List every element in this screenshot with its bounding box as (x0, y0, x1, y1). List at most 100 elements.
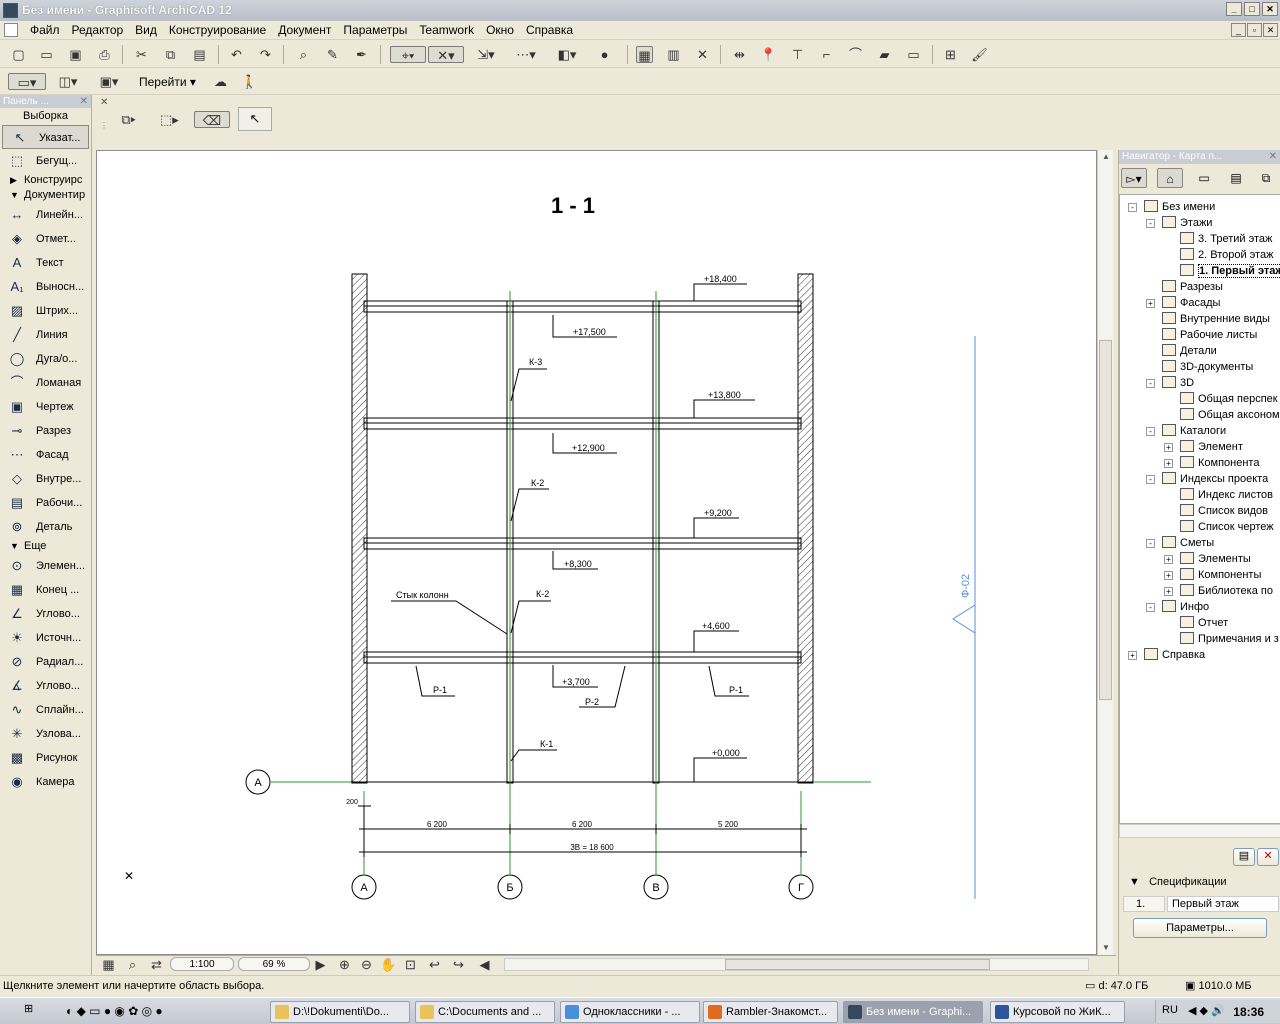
tree-node[interactable]: + Справка (1128, 647, 1205, 663)
tree-node[interactable]: Список чертеж (1180, 519, 1274, 535)
goto-dropdown[interactable]: Перейти ▾ (139, 75, 196, 89)
quicklaunch-icons[interactable]: ◐ ◆ ▭ ● ◉ ✿ ◎ ● (66, 1004, 163, 1018)
marquee-type-icon[interactable]: ⬚▸ (160, 111, 179, 128)
tree-node[interactable]: - Индексы проекта (1146, 471, 1268, 487)
menu-design[interactable]: Конструирование (163, 21, 272, 40)
new-view-button[interactable]: ▤ (1233, 848, 1255, 866)
save-icon[interactable]: ▣ (67, 46, 84, 63)
tree-node[interactable]: Общая перспек (1180, 391, 1278, 407)
taskbar-item[interactable]: Курсовой по ЖиК... (990, 1001, 1125, 1023)
tree-node[interactable]: - Инфо (1146, 599, 1209, 615)
tree-node[interactable]: Общая аксоном (1180, 407, 1280, 423)
zoom-field[interactable]: 69 % (238, 957, 310, 971)
tree-node[interactable]: - Каталоги (1146, 423, 1226, 439)
tree-node[interactable]: 2. Второй этаж (1180, 247, 1273, 263)
maximize-button[interactable]: □ (1244, 2, 1260, 16)
grid-snap-icon[interactable]: ⋯▾ (512, 46, 540, 63)
align-icon[interactable]: ⇲▾ (472, 46, 500, 63)
undo-icon[interactable]: ↶ (228, 46, 245, 63)
split-icon[interactable]: ⇹ (731, 46, 748, 63)
tool-text[interactable]: A Текст (0, 251, 91, 275)
merge-icon[interactable]: ▰ (876, 46, 893, 63)
tree-node[interactable]: Отчет (1180, 615, 1228, 631)
teamwork-cloud-icon[interactable]: ☁ (212, 73, 229, 90)
taskbar-item[interactable]: C:\Documents and ... (415, 1001, 555, 1023)
new-file-icon[interactable]: ▢ (10, 46, 27, 63)
tray-icons[interactable]: ◀ ◆ 🔊 (1188, 1004, 1225, 1017)
tree-node[interactable]: Разрезы (1162, 279, 1223, 295)
redo-icon[interactable]: ↷ (257, 46, 274, 63)
spec-number[interactable]: 1. (1123, 896, 1165, 912)
tree-node[interactable]: 1. Первый этаж (1180, 263, 1280, 279)
render-icon[interactable]: 🖌 (971, 46, 988, 63)
menu-edit[interactable]: Редактор (66, 21, 130, 40)
doc-minimize-button[interactable]: _ (1231, 23, 1246, 37)
layers-icon[interactable]: ◧▾ (553, 46, 581, 63)
layout-switch-icon[interactable]: ⇄ (148, 956, 165, 973)
menu-document[interactable]: Документ (272, 21, 337, 40)
window-icon[interactable]: ⊞ (942, 46, 959, 63)
tree-node[interactable]: Индекс листов (1180, 487, 1273, 503)
paste-icon[interactable]: ▤ (191, 46, 208, 63)
tree-node[interactable]: 3D-документы (1162, 359, 1253, 375)
tool-detail[interactable]: ⊚ Деталь (0, 515, 91, 539)
tree-node[interactable]: -3D (1146, 375, 1194, 391)
eraser-icon[interactable]: ⌫ (194, 111, 230, 128)
tool-angle[interactable]: ∠ Углово... (0, 602, 91, 626)
tool-camera[interactable]: ◉ Камера (0, 770, 91, 794)
tree-node[interactable]: + Фасады (1146, 295, 1220, 311)
vertical-scrollbar[interactable]: ▲ ▼ (1097, 150, 1113, 955)
spec-value[interactable]: Первый этаж (1167, 896, 1279, 912)
print-icon[interactable]: ⎙ (96, 46, 113, 63)
tree-node[interactable]: + Элементы (1164, 551, 1251, 567)
x-icon[interactable]: ✕ (694, 46, 711, 63)
tool-elevation[interactable]: ⋯ Фасад (0, 443, 91, 467)
parameters-button[interactable]: Параметры... (1133, 918, 1267, 938)
lamp-small-icon[interactable]: ● (596, 46, 613, 63)
close-icon[interactable]: ✕ (80, 95, 88, 108)
tool-worksheet[interactable]: ▤ Рабочи... (0, 491, 91, 515)
minimize-button[interactable]: _ (1226, 2, 1242, 16)
pin-icon[interactable]: 📍 (760, 46, 777, 63)
tool-drawing[interactable]: ▣ Чертеж (0, 395, 91, 419)
tree-horizontal-scrollbar[interactable] (1119, 824, 1280, 838)
floor-plan-view-icon[interactable]: ▭▾ (8, 73, 46, 90)
tool-interior-elevation[interactable]: ◇ Внутре... (0, 467, 91, 491)
language-indicator[interactable]: RU (1162, 1004, 1178, 1016)
tree-node[interactable]: Примечания и з (1180, 631, 1279, 647)
close-button[interactable]: ✕ (1262, 2, 1278, 16)
zoom-forward-icon[interactable]: ↪ (450, 956, 467, 973)
group-document[interactable]: ▼ Документир (0, 188, 91, 203)
tool-label[interactable]: A₁ Выносн... (0, 275, 91, 299)
3d-view-icon[interactable]: ◫▾ (50, 73, 86, 90)
play-icon[interactable]: ▶ (312, 956, 329, 973)
tool-polyline[interactable]: ⌒ Ломаная (0, 371, 91, 395)
quick-options-icon[interactable]: ▦ (100, 956, 117, 973)
preview-icon[interactable]: ⌕ (124, 956, 141, 973)
project-map-tab-icon[interactable]: ⌂ (1157, 168, 1183, 188)
menu-help[interactable]: Справка (520, 21, 579, 40)
tree-node[interactable]: 3. Третий этаж (1180, 231, 1272, 247)
tool-line[interactable]: ╱ Линия (0, 323, 91, 347)
menu-view[interactable]: Вид (129, 21, 163, 40)
tool-angle-dimension[interactable]: ∡ Углово... (0, 674, 91, 698)
cut-icon[interactable]: ✂ (133, 46, 150, 63)
walk-icon[interactable]: 🚶 (241, 73, 258, 90)
menu-file[interactable]: Файл (24, 21, 66, 40)
gravity-icon[interactable]: ⌖▾ (390, 46, 426, 63)
find-select-icon[interactable]: ⌕ (295, 46, 312, 63)
tree-node[interactable]: + Компонента (1164, 455, 1259, 471)
tree-node[interactable]: - Этажи (1146, 215, 1212, 231)
publisher-tab-icon[interactable]: ⧉ (1253, 168, 1279, 188)
tree-node[interactable]: Внутренние виды (1162, 311, 1270, 327)
tree-node[interactable]: Детали (1162, 343, 1217, 359)
tool-radial-dimension[interactable]: ⊘ Радиал... (0, 650, 91, 674)
fit-window-icon[interactable]: ⊡ (402, 956, 419, 973)
scroll-left-icon[interactable]: ◀ (476, 956, 493, 973)
start-icon[interactable]: ⊞ (24, 1002, 44, 1022)
tree-node[interactable]: Рабочие листы (1162, 327, 1257, 343)
close-icon[interactable]: ✕ (1269, 150, 1277, 164)
taskbar-item[interactable]: Одноклассники - ... (560, 1001, 700, 1023)
zoom-out-icon[interactable]: ⊖ (358, 956, 375, 973)
tool-object[interactable]: ▦ Конец ... (0, 578, 91, 602)
